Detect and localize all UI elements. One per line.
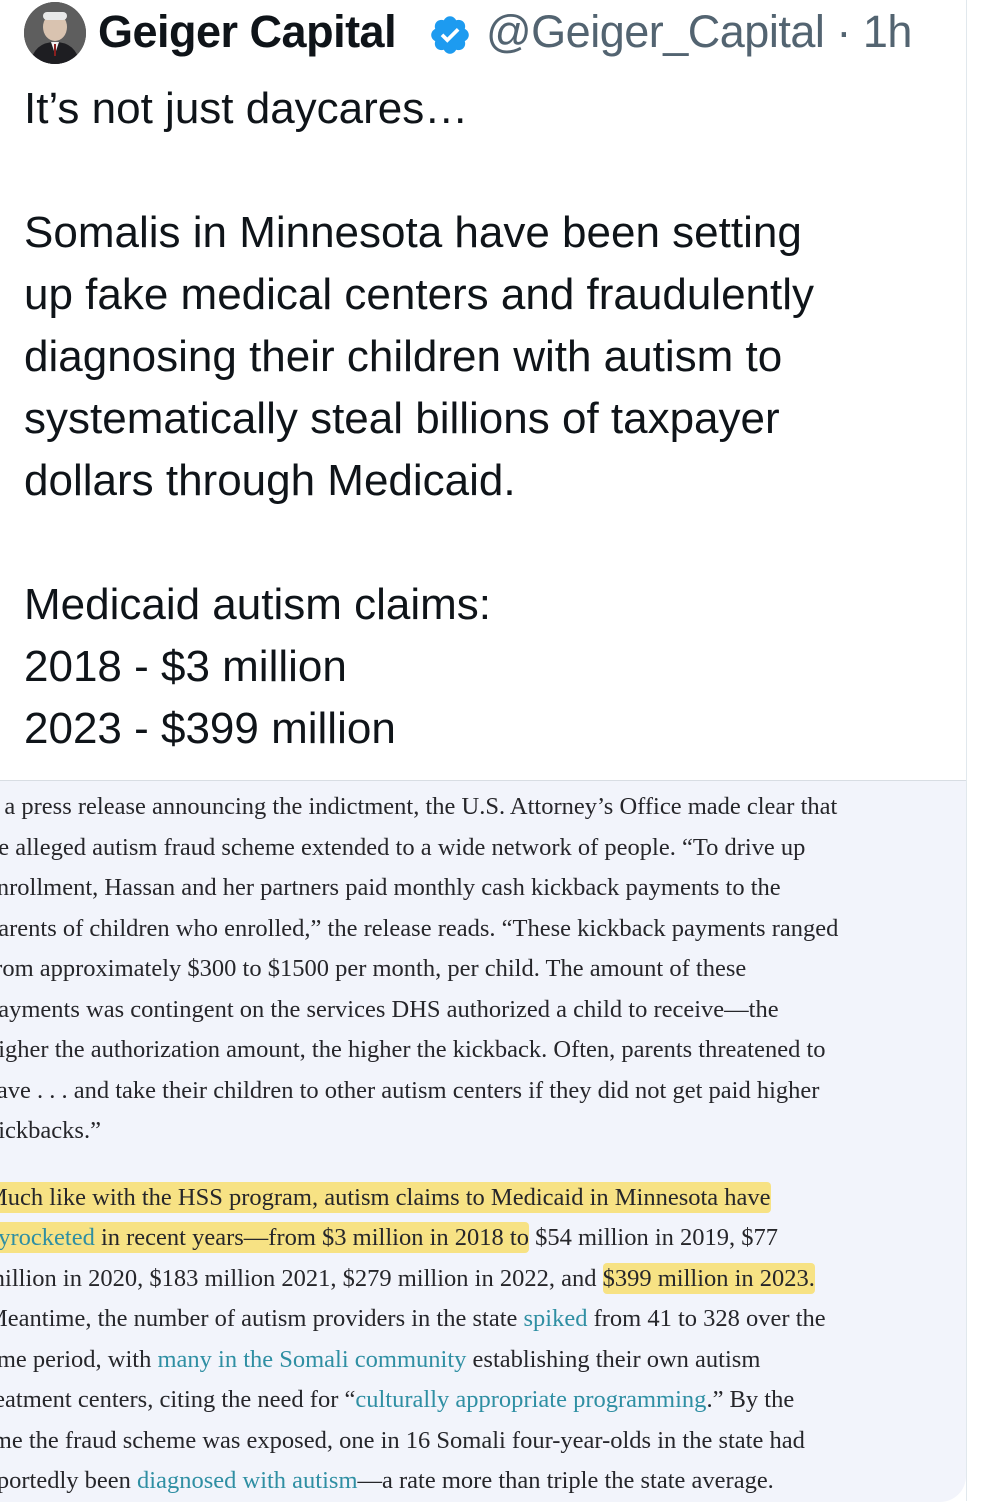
article-line: reatment centers, citing the need for “c… — [0, 1386, 795, 1413]
article-line: payments was contingent on the services … — [0, 995, 779, 1023]
timeline-border — [966, 0, 967, 1501]
article-line: higher the authorization amount, the hig… — [0, 1036, 826, 1063]
tweet-line: 2023 - $399 million — [24, 704, 396, 753]
tweet-line: It’s not just daycares… — [24, 84, 469, 133]
article-line: ime the fraud scheme was exposed, one in… — [0, 1426, 805, 1454]
article-line: ame period, with many in the Somali comm… — [0, 1345, 761, 1373]
tweet-text: It’s not just daycares… Somalis in Minne… — [24, 78, 954, 760]
article-link: diagnosed with autism — [137, 1467, 358, 1494]
article-line: from approximately $300 to $1500 per mon… — [0, 955, 747, 982]
article-link: culturally appropriate programming — [355, 1386, 707, 1413]
article-link: many in the Somali community — [157, 1345, 467, 1373]
article-screenshot: n a press release announcing the indictm… — [0, 787, 961, 1502]
article-line: kyrocketed in recent years—from $3 milli… — [0, 1218, 961, 1259]
highlight: $399 million in 2023. — [602, 1262, 815, 1294]
avatar-photo-icon — [24, 2, 86, 64]
article-line: Meantime, the number of autism providers… — [0, 1305, 826, 1332]
author-name[interactable]: Geiger Capital — [98, 6, 397, 58]
article-link: kyrocketed — [0, 1224, 95, 1251]
tweet-line: up fake medical centers and fraudulently — [24, 270, 815, 319]
article-line: n a press release announcing the indictm… — [0, 793, 838, 820]
article-line: kickbacks.” — [0, 1117, 101, 1144]
article-link: spiked — [523, 1305, 588, 1332]
author-handle-time[interactable]: @Geiger_Capital · 1h — [486, 6, 912, 58]
tweet-line: dollars through Medicaid. — [24, 456, 516, 505]
article-line: parents of children who enrolled,” the r… — [0, 914, 839, 942]
tweet-line: Somalis in Minnesota have been setting — [24, 208, 802, 257]
tweet-header: Geiger Capital @Geiger_Capital · 1h — [0, 0, 966, 66]
article-line: Much like with the HSS program, autism c… — [0, 1178, 961, 1219]
tweet-line: systematically steal billions of taxpaye… — [24, 394, 780, 443]
highlight: Much like with the HSS program, autism c… — [0, 1181, 771, 1213]
article-line: eave . . . and take their children to ot… — [0, 1076, 820, 1104]
tweet-line: diagnosing their children with autism to — [24, 332, 783, 381]
avatar[interactable] — [24, 2, 86, 64]
tweet-line: Medicaid autism claims: — [24, 580, 492, 629]
verified-badge-icon — [431, 16, 469, 54]
tweet-line: 2018 - $3 million — [24, 642, 347, 691]
article-line: he alleged autism fraud scheme extended … — [0, 833, 806, 861]
attached-image[interactable]: n a press release announcing the indictm… — [0, 780, 966, 1502]
highlight: in recent years—from $3 million in 2018 … — [94, 1224, 529, 1251]
article-line: enrollment, Hassan and her partners paid… — [0, 874, 781, 901]
article-line: million in 2020, $183 million 2021, $279… — [0, 1262, 815, 1294]
article-line: eportedly been diagnosed with autism—a r… — [0, 1467, 774, 1494]
